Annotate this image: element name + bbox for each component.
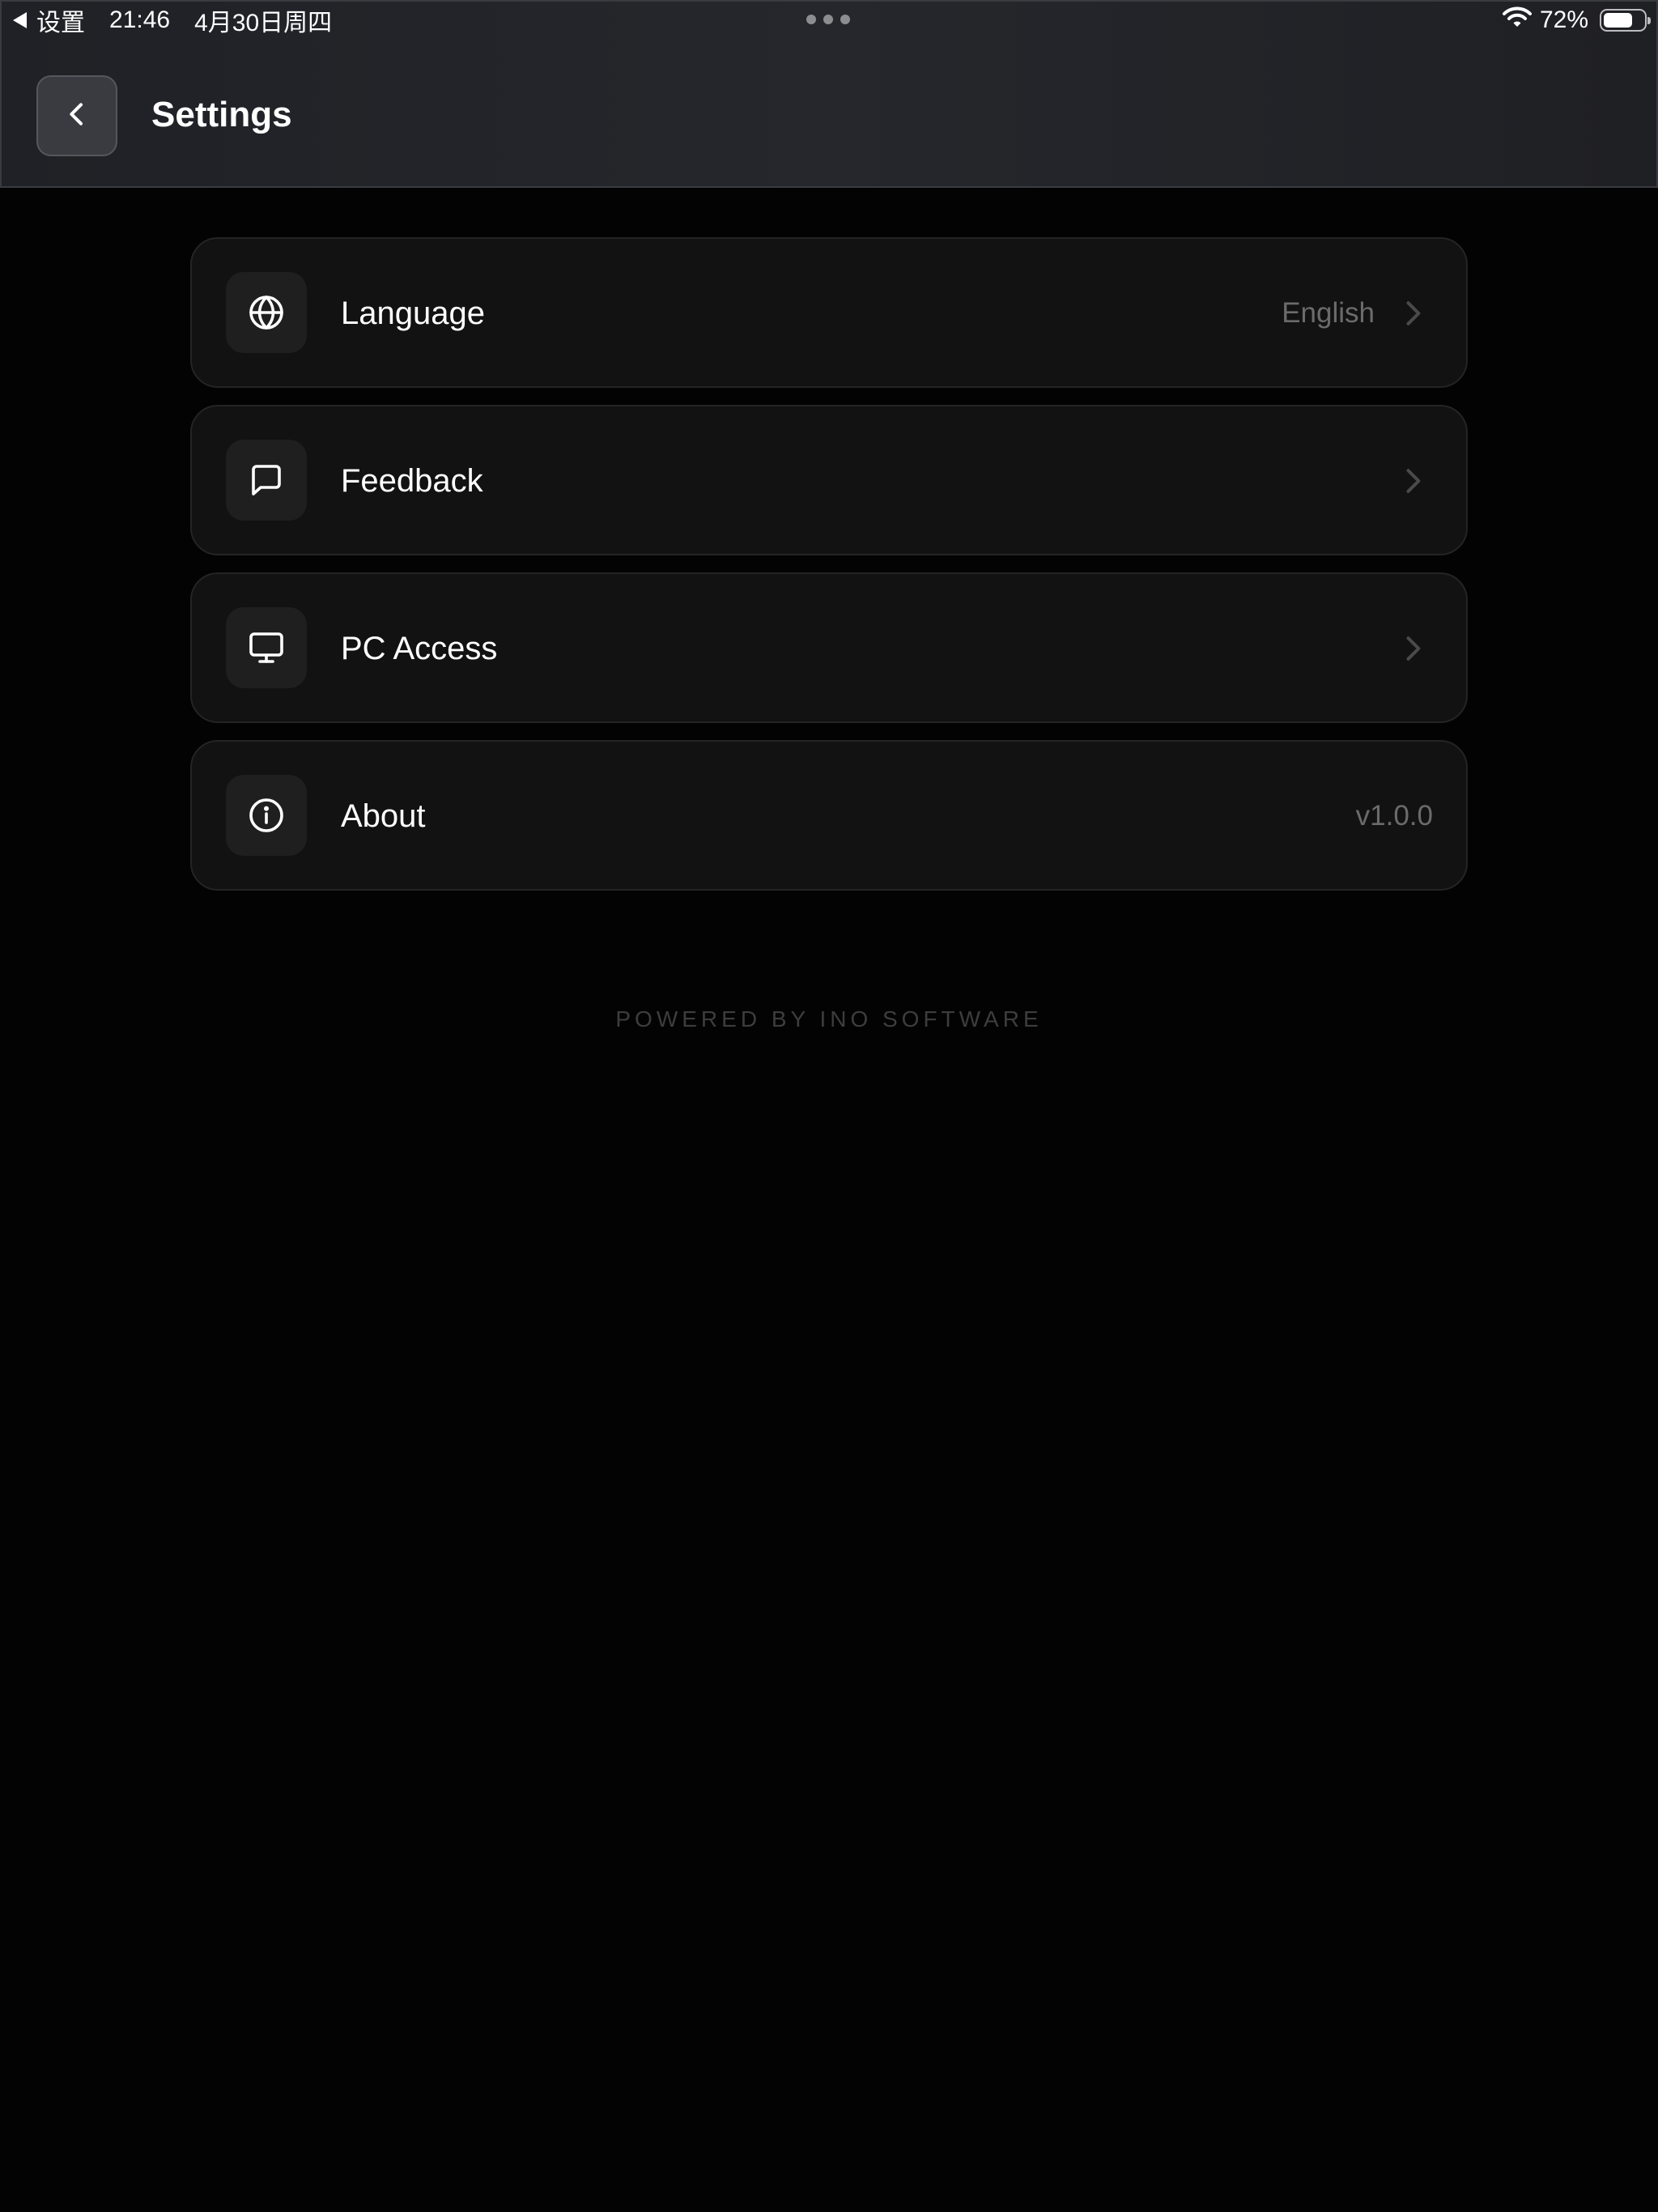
multitasking-dots-icon[interactable] xyxy=(806,15,850,24)
back-button[interactable] xyxy=(36,75,117,156)
status-bar-left: 设置 21:46 4月30日周四 xyxy=(13,4,332,36)
status-bar: 设置 21:46 4月30日周四 72% xyxy=(0,0,1658,40)
language-row[interactable]: Language English xyxy=(190,237,1468,388)
battery-level xyxy=(1604,13,1632,28)
language-label: Language xyxy=(341,296,485,331)
message-square-icon xyxy=(226,440,307,521)
wifi-icon xyxy=(1502,6,1532,35)
settings-list: Language English Feedback PC Access Abou… xyxy=(190,237,1468,908)
chevron-left-icon xyxy=(61,98,93,134)
powered-by-footer: POWERED BY INO SOFTWARE xyxy=(615,1006,1043,1032)
chevron-right-icon xyxy=(1406,301,1421,325)
about-label: About xyxy=(341,798,426,834)
feedback-label: Feedback xyxy=(341,463,483,499)
battery-icon xyxy=(1600,9,1651,32)
info-icon xyxy=(226,775,307,856)
status-date: 4月30日周四 xyxy=(194,10,333,36)
chevron-right-icon xyxy=(1406,636,1421,661)
pc-access-row[interactable]: PC Access xyxy=(190,572,1468,723)
about-row[interactable]: About v1.0.0 xyxy=(190,740,1468,891)
app-version: v1.0.0 xyxy=(1355,800,1433,832)
pc-access-label: PC Access xyxy=(341,631,498,666)
chevron-right-icon xyxy=(1406,469,1421,493)
monitor-icon xyxy=(226,607,307,688)
globe-icon xyxy=(226,272,307,353)
language-value: English xyxy=(1282,297,1375,329)
battery-percentage: 72% xyxy=(1539,6,1588,33)
status-time: 21:46 xyxy=(109,6,171,33)
back-to-app-label[interactable]: 设置 xyxy=(36,2,85,38)
status-bar-right: 72% xyxy=(1502,4,1651,36)
back-to-app-icon[interactable] xyxy=(13,12,27,28)
page-title: Settings xyxy=(151,95,292,134)
feedback-row[interactable]: Feedback xyxy=(190,405,1468,555)
